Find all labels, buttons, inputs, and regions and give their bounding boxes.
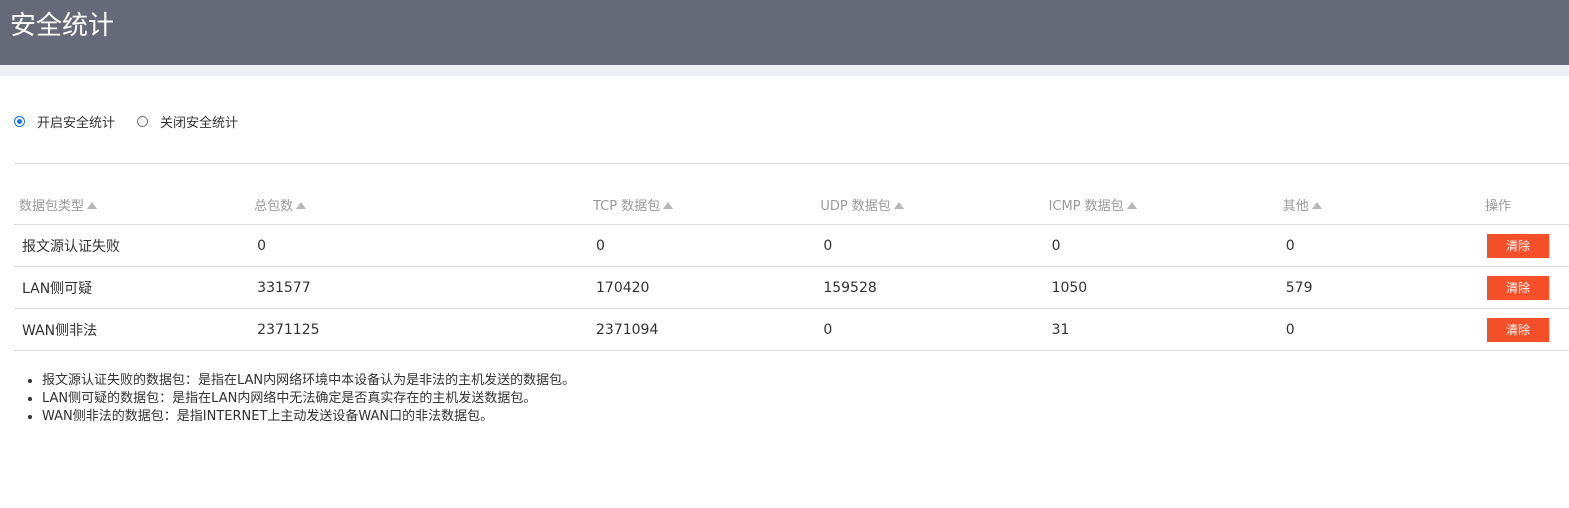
note-item: WAN侧非法的数据包：是指INTERNET上主动发送设备WAN口的非法数据包。 [42,408,575,426]
column-header-other[interactable]: 其他 [1282,184,1486,225]
table-row: 报文源认证失败 0 0 0 0 0 清除 [14,224,1569,267]
enable-stats-option[interactable]: 开启安全统计 [14,112,115,131]
column-header-packet-type[interactable]: 数据包类型 [14,184,255,225]
column-header-udp[interactable]: UDP 数据包 [820,184,1049,225]
disable-stats-option[interactable]: 关闭安全统计 [137,112,238,131]
column-header-icmp[interactable]: ICMP 数据包 [1048,184,1283,225]
page-header: 安全统计 [0,0,1569,65]
header-divider-strip [0,65,1569,76]
sort-up-icon[interactable] [1311,201,1322,209]
cell-action: 清除 [1485,266,1569,309]
enable-stats-label[interactable]: 开启安全统计 [37,112,115,131]
sort-up-icon[interactable] [1126,201,1137,209]
cell-icmp: 0 [1048,224,1283,267]
clear-button[interactable]: 清除 [1487,233,1550,258]
section-divider [14,163,1569,164]
cell-udp: 159528 [820,266,1049,309]
sort-up-icon[interactable] [87,201,98,209]
cell-other: 0 [1282,224,1486,267]
note-item: 报文源认证失败的数据包：是指在LAN内网络环境中本设备认为是非法的主机发送的数据… [42,372,575,390]
cell-total: 331577 [254,266,593,309]
table-row: WAN侧非法 2371125 2371094 0 31 0 清除 [14,308,1569,351]
disable-stats-label[interactable]: 关闭安全统计 [160,112,238,131]
column-header-action: 操作 [1485,184,1569,225]
cell-packet-type: 报文源认证失败 [14,224,255,267]
notes-list: 报文源认证失败的数据包：是指在LAN内网络环境中本设备认为是非法的主机发送的数据… [14,372,575,426]
cell-tcp: 170420 [593,266,821,309]
cell-total: 2371125 [254,308,593,351]
security-stats-table: 数据包类型 总包数 TCP 数据包 UDP 数据包 ICMP 数据包 其他 操作… [14,184,1569,351]
stats-toggle-group: 开启安全统计 关闭安全统计 [14,110,260,132]
cell-other: 579 [1282,266,1486,309]
disable-stats-radio[interactable] [137,115,149,127]
clear-button[interactable]: 清除 [1487,317,1550,342]
cell-total: 0 [254,224,593,267]
sort-up-icon[interactable] [893,201,904,209]
table-row: LAN侧可疑 331577 170420 159528 1050 579 清除 [14,266,1569,309]
cell-udp: 0 [820,308,1049,351]
cell-udp: 0 [820,224,1049,267]
page-title: 安全统计 [10,11,115,41]
column-header-total[interactable]: 总包数 [254,184,593,225]
cell-packet-type: LAN侧可疑 [14,266,255,309]
cell-tcp: 0 [593,224,821,267]
note-item: LAN侧可疑的数据包：是指在LAN内网络中无法确定是否真实存在的主机发送数据包。 [42,390,575,408]
table-header-row: 数据包类型 总包数 TCP 数据包 UDP 数据包 ICMP 数据包 其他 操作 [14,184,1569,225]
sort-up-icon[interactable] [296,201,307,209]
cell-packet-type: WAN侧非法 [14,308,255,351]
cell-action: 清除 [1485,224,1569,267]
cell-icmp: 1050 [1048,266,1283,309]
clear-button[interactable]: 清除 [1487,275,1550,300]
cell-action: 清除 [1485,308,1569,351]
sort-up-icon[interactable] [663,201,674,209]
cell-other: 0 [1282,308,1486,351]
cell-tcp: 2371094 [593,308,821,351]
column-header-tcp[interactable]: TCP 数据包 [593,184,821,225]
cell-icmp: 31 [1048,308,1283,351]
enable-stats-radio[interactable] [14,115,25,127]
